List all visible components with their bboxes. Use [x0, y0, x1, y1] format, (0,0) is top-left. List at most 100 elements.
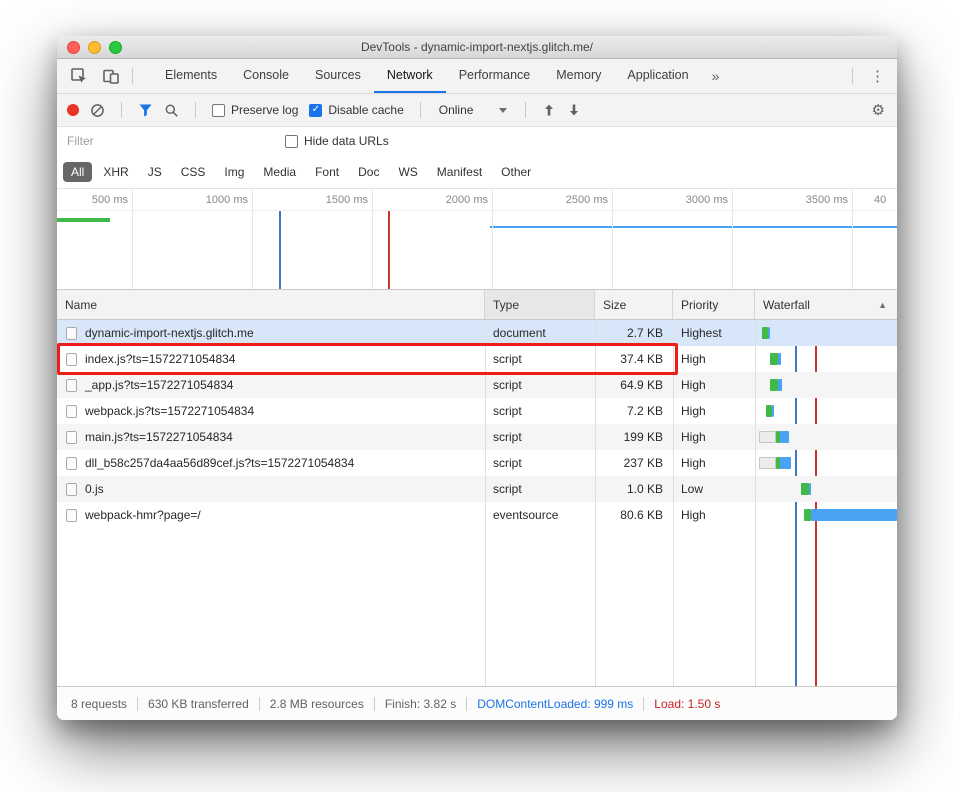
- table-row[interactable]: 0.jsscript1.0 KBLow: [57, 476, 897, 502]
- clear-button[interactable]: [90, 103, 105, 118]
- tab-network[interactable]: Network: [374, 59, 446, 93]
- more-tabs-button[interactable]: »: [702, 59, 730, 93]
- divider: [132, 68, 133, 84]
- hide-data-urls-checkbox[interactable]: Hide data URLs: [285, 134, 389, 148]
- export-har-button[interactable]: [567, 103, 581, 117]
- column-separator[interactable]: [595, 320, 596, 686]
- type-filter-doc[interactable]: Doc: [350, 162, 387, 182]
- request-name: 0.js: [85, 476, 104, 502]
- minimize-window-button[interactable]: [88, 41, 101, 54]
- table-header: Name TypeSizePriorityWaterfall▲: [57, 290, 897, 320]
- tab-application[interactable]: Application: [614, 59, 701, 93]
- chevron-down-icon: [499, 108, 507, 113]
- request-name: webpack-hmr?page=/: [85, 502, 201, 528]
- table-row[interactable]: webpack-hmr?page=/eventsource80.6 KBHigh: [57, 502, 897, 528]
- device-toolbar-button[interactable]: [95, 59, 127, 93]
- search-icon[interactable]: [164, 103, 179, 118]
- cell-type: script: [485, 476, 595, 502]
- type-filter-manifest[interactable]: Manifest: [429, 162, 490, 182]
- cell-priority: High: [673, 502, 755, 528]
- type-filter-ws[interactable]: WS: [390, 162, 425, 182]
- cell-waterfall: [755, 476, 897, 502]
- title-bar[interactable]: DevTools - dynamic-import-nextjs.glitch.…: [57, 36, 897, 59]
- inspect-element-button[interactable]: [63, 59, 95, 93]
- settings-gear-icon[interactable]: ⚙: [870, 101, 887, 119]
- zoom-window-button[interactable]: [109, 41, 122, 54]
- table-row[interactable]: main.js?ts=1572271054834script199 KBHigh: [57, 424, 897, 450]
- disable-cache-checkbox[interactable]: Disable cache: [309, 103, 403, 117]
- waterfall-bar: [759, 431, 776, 443]
- waterfall-bar: [780, 457, 791, 469]
- cell-type: script: [485, 424, 595, 450]
- column-separator[interactable]: [485, 320, 486, 686]
- cell-priority: Low: [673, 476, 755, 502]
- cell-waterfall: [755, 424, 897, 450]
- overview-blue-line: [490, 226, 897, 228]
- overview-gridline: [732, 189, 733, 289]
- column-header-waterfall[interactable]: Waterfall▲: [755, 290, 897, 319]
- type-filter-img[interactable]: Img: [216, 162, 252, 182]
- table-row[interactable]: index.js?ts=1572271054834script37.4 KBHi…: [57, 346, 897, 372]
- cell-priority: High: [673, 398, 755, 424]
- table-row[interactable]: dynamic-import-nextjs.glitch.medocument2…: [57, 320, 897, 346]
- cell-type: document: [485, 320, 595, 346]
- column-separator[interactable]: [673, 320, 674, 686]
- cell-size: 64.9 KB: [595, 372, 673, 398]
- close-window-button[interactable]: [67, 41, 80, 54]
- filter-input[interactable]: [67, 134, 217, 148]
- table-row[interactable]: _app.js?ts=1572271054834script64.9 KBHig…: [57, 372, 897, 398]
- overview-panel[interactable]: 500 ms1000 ms1500 ms2000 ms2500 ms3000 m…: [57, 188, 897, 290]
- tab-memory[interactable]: Memory: [543, 59, 614, 93]
- column-header-size[interactable]: Size: [595, 290, 673, 319]
- overview-load-line: [388, 211, 390, 289]
- inspect-cursor-icon: [70, 67, 88, 85]
- type-filter-xhr[interactable]: XHR: [95, 162, 136, 182]
- cell-name: index.js?ts=1572271054834: [57, 346, 485, 372]
- cell-name: webpack.js?ts=1572271054834: [57, 398, 485, 424]
- table-row[interactable]: dll_b58c257da4aa56d89cef.js?ts=157227105…: [57, 450, 897, 476]
- waterfall-bar: [780, 431, 789, 443]
- overview-tick-label: 500 ms: [62, 194, 128, 206]
- waterfall-bar: [778, 353, 781, 365]
- record-button[interactable]: [67, 104, 79, 116]
- type-filter-css[interactable]: CSS: [173, 162, 214, 182]
- throttling-dropdown[interactable]: Online: [437, 103, 510, 117]
- cell-size: 199 KB: [595, 424, 673, 450]
- type-filter-other[interactable]: Other: [493, 162, 539, 182]
- tab-performance[interactable]: Performance: [446, 59, 544, 93]
- desktop: DevTools - dynamic-import-nextjs.glitch.…: [0, 0, 953, 792]
- column-separator[interactable]: [755, 320, 756, 686]
- filter-icon[interactable]: [138, 103, 153, 117]
- import-har-button[interactable]: [542, 103, 556, 117]
- overview-tick-label: 1500 ms: [302, 194, 368, 206]
- tab-elements[interactable]: Elements: [152, 59, 230, 93]
- request-name: webpack.js?ts=1572271054834: [85, 398, 254, 424]
- status-item: 630 KB transferred: [138, 697, 259, 711]
- type-filter-all[interactable]: All: [63, 162, 92, 182]
- table-row[interactable]: webpack.js?ts=1572271054834script7.2 KBH…: [57, 398, 897, 424]
- file-icon: [66, 509, 77, 522]
- tab-sources[interactable]: Sources: [302, 59, 374, 93]
- device-toolbar-icon: [102, 67, 120, 85]
- type-filter-font[interactable]: Font: [307, 162, 347, 182]
- tab-console[interactable]: Console: [230, 59, 302, 93]
- column-header-type[interactable]: Type: [485, 290, 595, 319]
- overview-tick-label: 1000 ms: [182, 194, 248, 206]
- column-header-name[interactable]: Name: [57, 290, 485, 319]
- waterfall-bar: [768, 327, 770, 339]
- status-item: 8 requests: [61, 697, 137, 711]
- waterfall-bar: [778, 379, 782, 391]
- checkbox-icon: [285, 135, 298, 148]
- type-filter-media[interactable]: Media: [255, 162, 304, 182]
- tabbar-spacer: [729, 59, 847, 93]
- column-header-label: Name: [65, 298, 97, 312]
- checkbox-icon: [212, 104, 225, 117]
- preserve-log-checkbox[interactable]: Preserve log: [212, 103, 298, 117]
- cell-size: 2.7 KB: [595, 320, 673, 346]
- cell-waterfall: [755, 502, 897, 528]
- status-item: DOMContentLoaded: 999 ms: [467, 697, 643, 711]
- column-header-priority[interactable]: Priority: [673, 290, 755, 319]
- devtools-menu-button[interactable]: ⋮: [858, 59, 897, 93]
- file-icon: [66, 457, 77, 470]
- type-filter-js[interactable]: JS: [140, 162, 170, 182]
